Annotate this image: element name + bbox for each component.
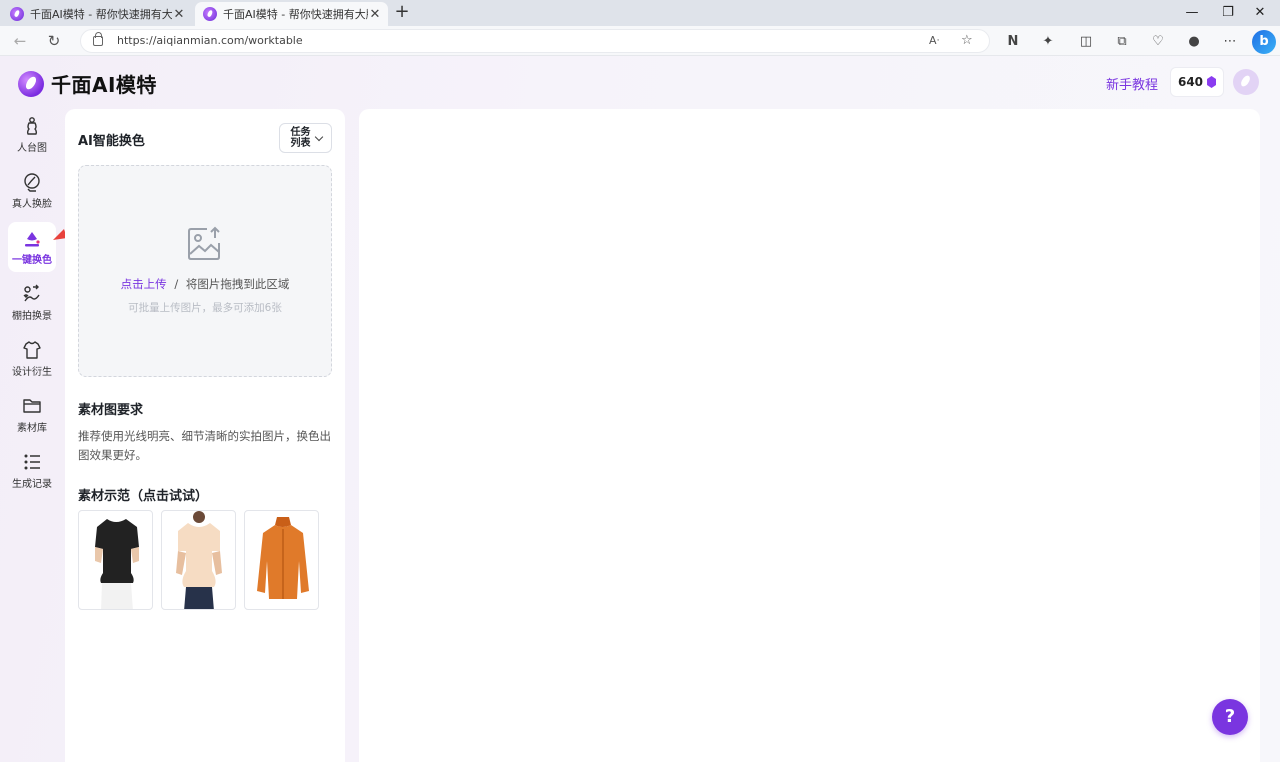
browser-tab-bar: 千面AI模特 - 帮你快速拥有大牌同 ✕ 千面AI模特 - 帮你快速拥有大牌同 … <box>0 0 1280 26</box>
url-text: https://aiqianmian.com/worktable <box>117 34 303 47</box>
nav-label: 棚拍换景 <box>12 311 52 322</box>
folder-icon <box>23 399 41 413</box>
favorite-star-icon[interactable]: ☆ <box>961 33 973 48</box>
collections-icon[interactable]: ⧉ <box>1112 32 1132 52</box>
avatar[interactable] <box>1233 69 1259 95</box>
example-thumbnail[interactable] <box>244 510 319 610</box>
split-screen-icon[interactable]: ◫ <box>1076 32 1096 52</box>
help-button[interactable]: ? <box>1212 699 1248 735</box>
logo-icon <box>18 70 44 97</box>
nav-item-face-swap[interactable]: 真人换脸 <box>8 166 56 216</box>
nav-label: 人台图 <box>17 143 47 154</box>
nav-label: 真人换脸 <box>12 199 52 210</box>
cream-top-image <box>176 511 222 609</box>
back-icon[interactable]: ← <box>8 30 32 52</box>
site-favicon-icon <box>203 7 217 21</box>
tab-close-icon[interactable]: ✕ <box>172 7 186 22</box>
nav-label: 设计衍生 <box>12 367 52 378</box>
tool-panel: AI智能换色 任务列表 点击上传 / 将图片拖拽到此区域 可批量上传图片，最多可… <box>65 109 345 762</box>
more-menu-icon[interactable]: ⋯ <box>1220 32 1240 52</box>
black-top-image <box>95 519 139 609</box>
scene-swap-icon <box>23 284 40 302</box>
copilot-icon[interactable]: b <box>1252 30 1276 54</box>
new-tab-button[interactable]: + <box>392 2 412 24</box>
upload-separator: / <box>174 277 179 291</box>
nav-label: 一键换色 <box>12 255 52 266</box>
credits-badge[interactable]: 640 <box>1170 67 1224 97</box>
upload-hint: 可批量上传图片，最多可添加6张 <box>128 302 282 314</box>
site-favicon-icon <box>10 7 24 21</box>
brand-name: 千面AI模特 <box>51 73 157 97</box>
nav-item-library[interactable]: 素材库 <box>8 390 56 440</box>
browser-tab[interactable]: 千面AI模特 - 帮你快速拥有大牌同 ✕ <box>2 2 192 26</box>
panel-title: AI智能换色 <box>78 134 145 149</box>
list-icon <box>24 454 40 470</box>
tutorial-link[interactable]: 新手教程 <box>1106 74 1158 93</box>
chevron-down-icon <box>314 132 323 141</box>
requirements-text: 推荐使用光线明亮、细节清晰的实拍图片，换色出图效果更好。 <box>78 429 331 462</box>
image-upload-icon <box>188 226 220 260</box>
browser-essentials-icon[interactable]: ♡ <box>1148 32 1168 52</box>
task-list-label: 任务列表 <box>290 127 311 149</box>
face-swap-icon <box>24 173 40 192</box>
tab-close-icon[interactable]: ✕ <box>368 7 382 22</box>
extensions-icon[interactable]: ✦ <box>1038 32 1058 52</box>
example-thumbnail[interactable] <box>78 510 153 610</box>
browser-toolbar: ← ↻ https://aiqianmian.com/worktable Aᐧ … <box>0 26 1280 56</box>
nav-label: 生成记录 <box>12 479 52 490</box>
example-thumbnails <box>78 510 327 610</box>
nav-item-mannequin[interactable]: 人台图 <box>8 110 56 160</box>
address-bar[interactable]: https://aiqianmian.com/worktable Aᐧ ☆ <box>80 29 990 53</box>
upload-instruction: 点击上传 / 将图片拖拽到此区域 <box>79 276 331 292</box>
upload-drag-text: 将图片拖拽到此区域 <box>185 277 290 291</box>
app-root: 千面AI模特 新手教程 640 人台图 真人换脸 一键换色 棚拍换景 设计衍生 … <box>0 56 1280 762</box>
task-list-button[interactable]: 任务列表 <box>279 123 332 153</box>
tab-title: 千面AI模特 - 帮你快速拥有大牌同 <box>30 8 172 21</box>
nav-item-scene-swap[interactable]: 棚拍换景 <box>8 278 56 328</box>
credits-count: 640 <box>1177 75 1204 89</box>
profile-icon[interactable]: ● <box>1184 32 1204 52</box>
upload-dropzone[interactable]: 点击上传 / 将图片拖拽到此区域 可批量上传图片，最多可添加6张 <box>78 165 332 377</box>
refresh-icon[interactable]: ↻ <box>42 30 66 52</box>
mannequin-icon <box>26 117 38 135</box>
side-nav: 人台图 真人换脸 一键换色 棚拍换景 设计衍生 素材库 生成记录 <box>8 110 56 502</box>
browser-tab-active[interactable]: 千面AI模特 - 帮你快速拥有大牌同 ✕ <box>195 2 388 26</box>
tab-title: 千面AI模特 - 帮你快速拥有大牌同 <box>223 8 368 21</box>
minimize-button[interactable]: — <box>1172 0 1212 26</box>
nav-label: 素材库 <box>17 423 47 434</box>
nav-item-design-derive[interactable]: 设计衍生 <box>8 334 56 384</box>
lock-icon <box>93 32 103 46</box>
shirt-icon <box>23 341 41 359</box>
notion-extension-icon[interactable]: N <box>1003 32 1023 52</box>
examples-title: 素材示范（点击试试） <box>78 489 209 504</box>
gem-icon <box>1207 76 1217 88</box>
orange-jacket-image <box>257 517 309 599</box>
click-upload-link[interactable]: 点击上传 <box>121 277 167 291</box>
close-window-button[interactable]: ✕ <box>1240 0 1280 26</box>
requirements-title: 素材图要求 <box>78 403 144 418</box>
paint-bucket-icon <box>25 232 40 247</box>
result-workspace <box>359 109 1260 762</box>
example-thumbnail[interactable] <box>161 510 236 610</box>
brand-logo[interactable]: 千面AI模特 <box>18 69 157 98</box>
nav-item-recolor[interactable]: 一键换色 <box>8 222 56 272</box>
read-aloud-icon[interactable]: Aᐧ <box>929 34 939 47</box>
nav-item-history[interactable]: 生成记录 <box>8 446 56 496</box>
